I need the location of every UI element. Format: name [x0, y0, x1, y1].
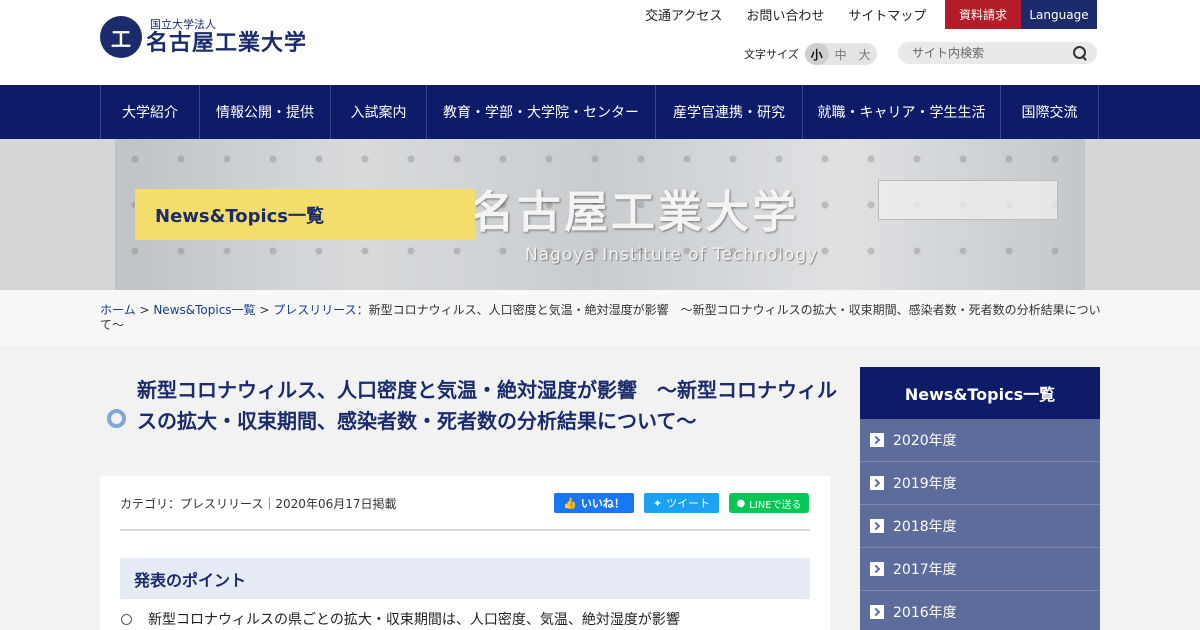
sidebar-item-label: 2016年度 — [893, 605, 957, 621]
font-size-small-button[interactable]: 小 — [804, 43, 829, 65]
font-size-medium-button[interactable]: 中 — [829, 43, 853, 65]
sitemap-link[interactable]: サイトマップ — [836, 5, 938, 24]
divider — [120, 529, 810, 531]
nav-career[interactable]: 就職・キャリア・学生生活 — [803, 85, 1001, 139]
sidebar-item-label: 2017年度 — [893, 562, 957, 578]
facebook-like-button[interactable]: 👍 いいね！ — [554, 493, 634, 513]
article-title: 新型コロナウィルス、人口密度と気温・絶対湿度が影響 ～新型コロナウィルスの拡大・… — [137, 378, 837, 433]
line-share-button[interactable]: ● LINEで送る — [729, 493, 809, 513]
nav-research[interactable]: 産学官連携・研究 — [656, 85, 803, 139]
site-search — [898, 42, 1097, 64]
site-logo[interactable]: 工 国立大学法人 名古屋工業大学 — [100, 16, 307, 58]
access-link[interactable]: 交通アクセス — [633, 5, 734, 24]
circle-bullet-icon — [107, 409, 126, 428]
page-title: News&Topics一覧 — [135, 189, 475, 240]
font-size-control: 文字サイズ 小 中 大 — [744, 43, 877, 65]
chevron-right-icon — [870, 519, 884, 533]
sidebar-item-label: 2020年度 — [893, 433, 957, 449]
chevron-right-icon — [870, 605, 884, 619]
hero-signage-jp: 名古屋工業大学 — [470, 187, 799, 238]
article-heading: 新型コロナウィルス、人口密度と気温・絶対湿度が影響 ～新型コロナウィルスの拡大・… — [100, 367, 837, 476]
sidebar-heading: News&Topics一覧 — [860, 367, 1100, 419]
font-size-large-button[interactable]: 大 — [853, 43, 877, 65]
hero-plaque — [878, 180, 1058, 220]
logo-subtitle: 国立大学法人 — [150, 17, 216, 31]
font-size-label: 文字サイズ — [744, 48, 799, 61]
breadcrumb-news[interactable]: News&Topics一覧 — [153, 303, 255, 317]
site-header: 工 国立大学法人 名古屋工業大学 交通アクセス お問い合わせ サイトマップ 資料… — [0, 0, 1200, 85]
breadcrumb: ホーム > News&Topics一覧 > プレスリリース：新型コロナウィルス、… — [0, 290, 1200, 346]
breadcrumb-home[interactable]: ホーム — [100, 303, 136, 317]
thumbs-up-icon: 👍 — [563, 496, 577, 510]
sidebar-item-label: 2019年度 — [893, 476, 957, 492]
twitter-tweet-button[interactable]: ✦ ツイート — [644, 493, 719, 513]
search-icon[interactable] — [1073, 46, 1087, 60]
hero-signage-en: Nagoya Institute of Technology — [525, 245, 819, 265]
sidebar: News&Topics一覧 2020年度 2019年度 2018年度 2017年… — [860, 367, 1100, 630]
twitter-bird-icon: ✦ — [652, 496, 663, 510]
request-materials-button[interactable]: 資料請求 — [945, 0, 1021, 29]
logo-title: 名古屋工業大学 — [146, 30, 308, 56]
line-share-label: LINEで送る — [749, 499, 802, 511]
nav-international[interactable]: 国際交流 — [1001, 85, 1099, 139]
nav-education[interactable]: 教育・学部・大学院・センター — [427, 85, 656, 139]
chevron-right-icon — [870, 476, 884, 490]
sidebar-item-2019[interactable]: 2019年度 — [860, 462, 1100, 505]
breadcrumb-separator: > — [255, 303, 274, 317]
points-heading: 発表のポイント — [120, 558, 810, 599]
global-nav: 大学紹介 情報公開・提供 入試案内 教育・学部・大学院・センター 産学官連携・研… — [0, 85, 1200, 139]
point-text: 新型コロナウィルスの県ごとの拡大・収束期間は、人口密度、気温、絶対湿度が影響 — [148, 612, 680, 628]
language-button[interactable]: Language — [1021, 0, 1097, 29]
breadcrumb-category[interactable]: プレスリリース — [273, 303, 356, 317]
chevron-right-icon — [870, 433, 884, 447]
facebook-like-label: いいね！ — [580, 497, 625, 510]
university-emblem-icon: 工 — [100, 16, 142, 58]
sidebar-item-label: 2018年度 — [893, 519, 957, 535]
contact-link[interactable]: お問い合わせ — [734, 5, 836, 24]
search-input[interactable] — [912, 46, 1073, 60]
breadcrumb-separator: > — [135, 303, 154, 317]
line-chat-icon: ● — [736, 497, 746, 509]
sidebar-item-2020[interactable]: 2020年度 — [860, 419, 1100, 462]
chevron-right-icon — [870, 562, 884, 576]
nav-admissions[interactable]: 入試案内 — [331, 85, 427, 139]
circle-bullet-icon — [121, 613, 132, 625]
twitter-tweet-label: ツイート — [666, 497, 711, 510]
article-body: カテゴリ：プレスリリース｜2020年06月17日掲載 👍 いいね！ ✦ ツイート… — [100, 476, 830, 630]
sidebar-item-2017[interactable]: 2017年度 — [860, 548, 1100, 591]
sidebar-item-2016[interactable]: 2016年度 — [860, 591, 1100, 630]
sidebar-item-2018[interactable]: 2018年度 — [860, 505, 1100, 548]
nav-disclosure[interactable]: 情報公開・提供 — [200, 85, 331, 139]
nav-about[interactable]: 大学紹介 — [101, 85, 200, 139]
list-item: 新型コロナウィルスの県ごとの拡大・収束期間は、人口密度、気温、絶対湿度が影響 — [120, 609, 680, 629]
article-meta: カテゴリ：プレスリリース｜2020年06月17日掲載 — [120, 497, 397, 511]
utility-links: 交通アクセス お問い合わせ サイトマップ — [633, 0, 938, 29]
